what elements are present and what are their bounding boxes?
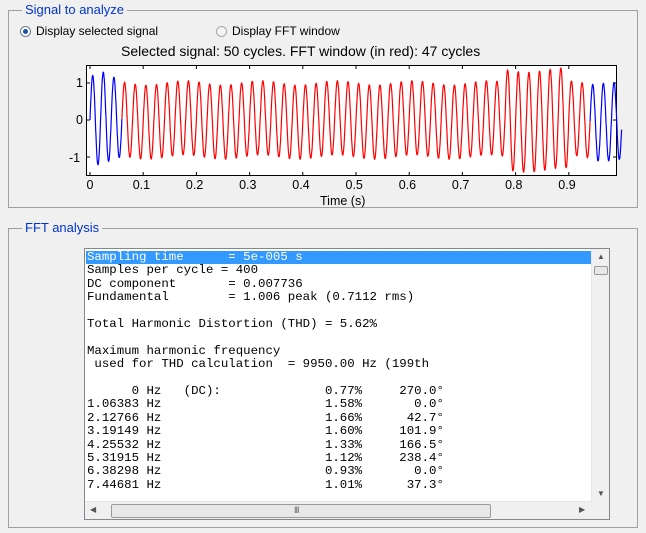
scroll-left-icon[interactable]: ◀ — [90, 505, 96, 514]
x-axis-label: Time (s) — [320, 194, 366, 208]
list-item[interactable]: 1.06383 Hz 1.58% 0.0° — [87, 398, 444, 411]
scroll-up-icon[interactable]: ▲ — [597, 252, 605, 261]
list-item[interactable]: Samples per cycle = 400 — [87, 264, 258, 277]
x-tick-label: 0.2 — [185, 178, 204, 192]
y-tick-label: 0 — [76, 113, 83, 127]
scroll-right-icon[interactable]: ▶ — [579, 505, 585, 514]
horizontal-scrollbar[interactable]: ◀ III ▶ — [85, 501, 593, 519]
radio-display-fft-label: Display FFT window — [232, 24, 340, 38]
radio-display-selected-label: Display selected signal — [36, 24, 159, 38]
x-tick-label: 0.3 — [239, 178, 257, 192]
list-item[interactable]: Fundamental = 1.006 peak (0.7112 rms) — [87, 291, 414, 304]
list-item-selected[interactable]: Sampling time = 5e-005 s — [86, 251, 593, 264]
x-tick-label: 0 — [86, 178, 94, 192]
vertical-scrollbar[interactable]: ▲ ▼ — [591, 249, 609, 503]
list-item[interactable]: DC component = 0.007736 — [87, 277, 303, 291]
list-item[interactable]: 6.38298 Hz 0.93% 0.0° — [87, 465, 444, 478]
list-item[interactable]: used for THD calculation = 9950.00 Hz (1… — [87, 358, 429, 371]
radio-display-selected-signal[interactable]: Display selected signal — [20, 24, 158, 38]
x-tick-label: 0.5 — [345, 178, 363, 192]
list-item[interactable]: 0 Hz (DC): 0.77% 270.0° — [87, 385, 444, 398]
list-item[interactable]: Total Harmonic Distortion (THD) = 5.62% — [87, 318, 377, 331]
y-tick-label: 1 — [76, 76, 83, 90]
signal-plot-area — [86, 65, 617, 176]
horizontal-scroll-thumb[interactable]: III — [111, 504, 491, 518]
radio-off-icon — [216, 25, 227, 37]
list-item[interactable]: 4.25532 Hz 1.33% 166.5° — [87, 438, 444, 452]
plot-title: Selected signal: 50 cycles. FFT window (… — [121, 43, 481, 59]
x-tick-label: 0.4 — [292, 178, 310, 192]
x-tick-label: 0.1 — [132, 178, 151, 192]
scrollbar-corner — [592, 502, 609, 519]
fft-panel-title: FFT analysis — [22, 221, 103, 235]
x-tick-label: 0.7 — [451, 178, 470, 192]
x-tick-label: 0.8 — [505, 178, 523, 192]
fft-results-listbox[interactable]: Sampling time = 5e-005 s Samples per cycl… — [84, 248, 610, 520]
scroll-down-icon[interactable]: ▼ — [597, 489, 605, 498]
radio-display-fft-window[interactable]: Display FFT window — [216, 24, 340, 38]
list-item[interactable]: 3.19149 Hz 1.60% 101.9° — [87, 425, 444, 438]
list-item[interactable]: Maximum harmonic frequency — [87, 344, 280, 358]
x-tick-label: 0.9 — [558, 178, 576, 192]
radio-on-icon — [20, 25, 31, 37]
list-item[interactable]: 5.31915 Hz 1.12% 238.4° — [87, 452, 444, 465]
y-tick-label: -1 — [69, 151, 81, 165]
list-item[interactable]: 2.12766 Hz 1.66% 42.7° — [87, 411, 444, 425]
scroll-grip: III — [294, 505, 299, 515]
x-tick-label: 0.6 — [398, 178, 417, 192]
vertical-scroll-thumb[interactable] — [594, 266, 608, 275]
list-item[interactable]: 7.44681 Hz 1.01% 37.3° — [87, 478, 444, 492]
signal-panel-title: Signal to analyze — [22, 3, 128, 17]
